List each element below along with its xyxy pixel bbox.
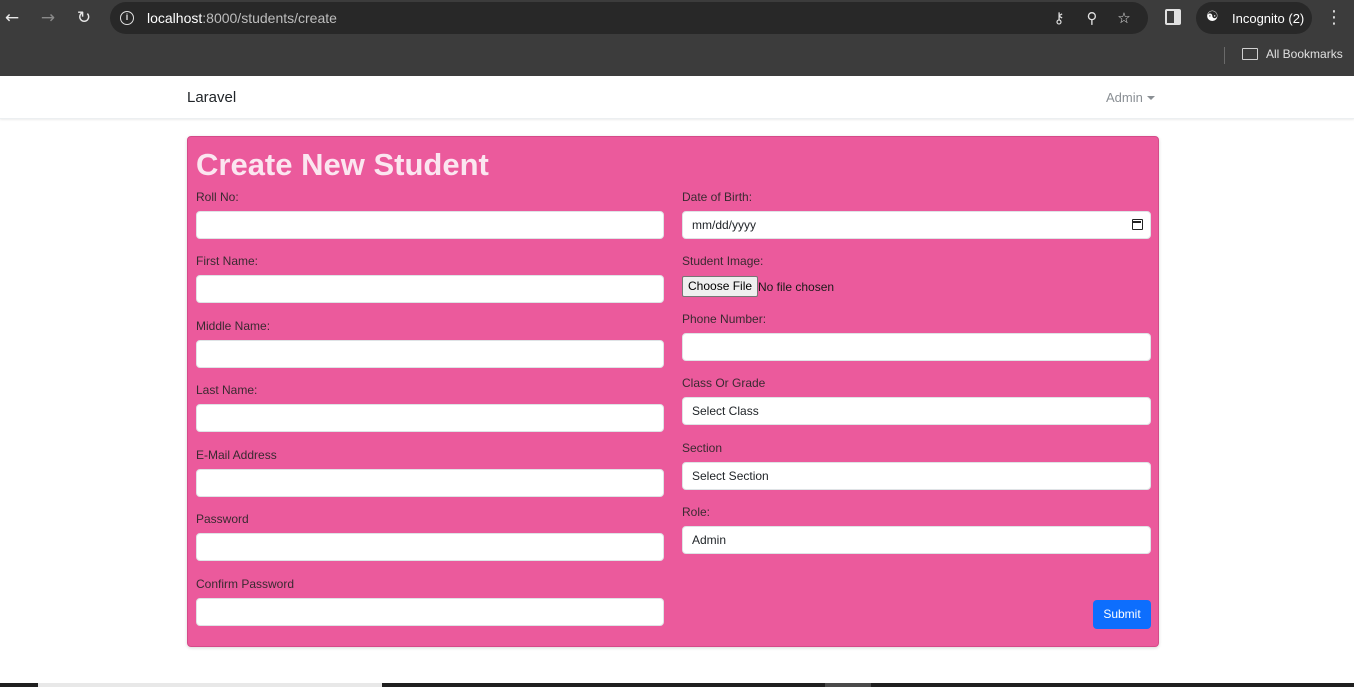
create-student-card: Create New Student Roll No: First Name: … (187, 136, 1159, 647)
info-icon[interactable]: i (120, 11, 134, 25)
url-path: :8000/students/create (202, 10, 337, 26)
star-icon[interactable]: ☆ (1114, 8, 1134, 28)
phone-input[interactable] (682, 333, 1151, 361)
page-title: Create New Student (196, 147, 489, 182)
middle-name-input[interactable] (196, 340, 664, 368)
taskbar-segment-2 (825, 683, 871, 687)
password-input[interactable] (196, 533, 664, 561)
class-select[interactable]: Select Class (682, 397, 1151, 425)
url-text[interactable]: localhost:8000/students/create (147, 10, 337, 26)
url-host: localhost (147, 10, 203, 26)
email-input[interactable] (196, 469, 664, 497)
last-name-input[interactable] (196, 404, 664, 432)
user-dropdown[interactable]: Admin (1106, 90, 1155, 105)
student-image-label: Student Image: (682, 254, 764, 268)
browser-chrome: ← → ↻ i localhost:8000/students/create ⚷… (0, 0, 1354, 76)
dob-input[interactable]: mm/dd/yyyy (682, 211, 1151, 239)
all-bookmarks-link[interactable]: All Bookmarks (1266, 47, 1343, 61)
first-name-input[interactable] (196, 275, 664, 303)
middle-name-label: Middle Name: (196, 319, 271, 333)
side-panel-icon[interactable] (1165, 9, 1181, 25)
incognito-icon: ☯ (1206, 9, 1219, 25)
folder-icon (1242, 48, 1258, 60)
reload-icon[interactable]: ↻ (73, 7, 95, 29)
confirm-password-label: Confirm Password (196, 577, 295, 591)
first-name-label: First Name: (196, 254, 259, 268)
last-name-label: Last Name: (196, 383, 258, 397)
phone-label: Phone Number: (682, 312, 767, 326)
chevron-down-icon (1146, 96, 1155, 100)
submit-button[interactable]: Submit (1093, 600, 1151, 629)
bottom-taskbar-strip (0, 683, 1354, 687)
key-icon[interactable]: ⚷ (1049, 8, 1069, 28)
roll-no-label: Roll No: (196, 190, 239, 204)
roll-no-input[interactable] (196, 211, 664, 239)
bookmarks-bar: All Bookmarks (0, 36, 1354, 76)
calendar-icon[interactable] (1132, 219, 1143, 230)
address-bar[interactable]: i localhost:8000/students/create ⚷ ⚲ ☆ (110, 2, 1148, 34)
zoom-icon[interactable]: ⚲ (1082, 8, 1102, 28)
back-icon[interactable]: ← (1, 7, 23, 29)
user-name: Admin (1106, 90, 1143, 105)
forward-icon[interactable]: → (37, 7, 59, 29)
incognito-label: Incognito (2) (1232, 11, 1305, 26)
app-navbar: Laravel Admin (0, 76, 1354, 119)
menu-icon[interactable]: ⋮ (1324, 7, 1344, 29)
dob-placeholder: mm/dd/yyyy (692, 218, 757, 232)
file-status-text: No file chosen (758, 280, 835, 294)
dob-label: Date of Birth: (682, 190, 753, 204)
browser-toolbar: ← → ↻ i localhost:8000/students/create ⚷… (0, 0, 1354, 36)
incognito-chip[interactable]: ☯ Incognito (2) (1196, 2, 1312, 34)
section-select[interactable]: Select Section (682, 462, 1151, 490)
choose-file-button[interactable]: Choose File (682, 276, 759, 297)
bookmarks-separator (1224, 47, 1225, 64)
role-label: Role: (682, 505, 711, 519)
class-label: Class Or Grade (682, 376, 766, 390)
email-label: E-Mail Address (196, 448, 277, 462)
password-label: Password (196, 512, 249, 526)
taskbar-segment (38, 683, 382, 687)
brand-link[interactable]: Laravel (187, 89, 236, 106)
section-label: Section (682, 441, 723, 455)
confirm-password-input[interactable] (196, 598, 664, 626)
role-select[interactable]: Admin (682, 526, 1151, 554)
